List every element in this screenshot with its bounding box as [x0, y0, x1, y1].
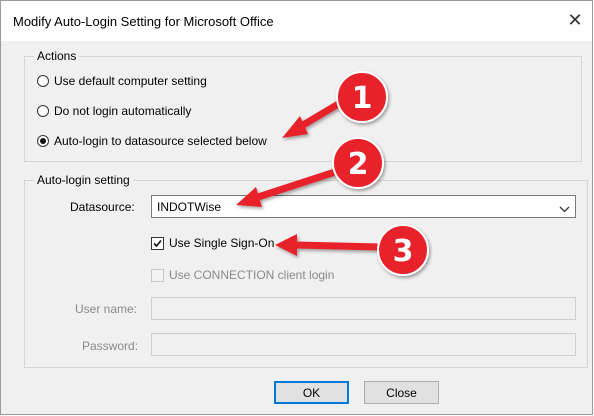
password-label: Password:: [82, 339, 139, 353]
sso-checkbox-row[interactable]: Use Single Sign-On: [151, 235, 274, 251]
radio-label: Do not login automatically: [54, 104, 192, 118]
title-bar: Modify Auto-Login Setting for Microsoft …: [1, 1, 592, 41]
connection-label: Use CONNECTION client login: [169, 268, 335, 282]
ok-button[interactable]: OK: [274, 381, 349, 404]
username-field[interactable]: [151, 297, 576, 320]
close-button[interactable]: Close: [364, 381, 439, 404]
radio-button[interactable]: [37, 75, 49, 87]
datasource-value: INDOTWise: [157, 200, 221, 214]
close-icon[interactable]: ✕: [562, 7, 588, 33]
radio-label: Use default computer setting: [54, 74, 207, 88]
radio-use-default[interactable]: Use default computer setting: [37, 73, 207, 89]
auto-login-group-label: Auto-login setting: [34, 173, 133, 187]
sso-label: Use Single Sign-On: [169, 236, 275, 250]
radio-label: Auto-login to datasource selected below: [54, 134, 267, 148]
actions-group-label: Actions: [34, 49, 80, 63]
chevron-down-icon[interactable]: [559, 202, 570, 216]
connection-checkbox-row[interactable]: Use CONNECTION client login: [151, 267, 334, 283]
radio-auto-login[interactable]: Auto-login to datasource selected below: [37, 133, 267, 149]
dialog-title: Modify Auto-Login Setting for Microsoft …: [13, 14, 274, 29]
username-label: User name:: [75, 302, 138, 316]
ok-button-label: OK: [302, 385, 321, 400]
password-field[interactable]: [151, 333, 576, 356]
checkmark-icon: [153, 239, 162, 247]
radio-button-selected[interactable]: [37, 135, 49, 147]
datasource-dropdown[interactable]: INDOTWise: [151, 195, 576, 218]
connection-checkbox[interactable]: [151, 268, 164, 282]
radio-button[interactable]: [37, 105, 49, 117]
radio-do-not-login[interactable]: Do not login automatically: [37, 103, 191, 119]
close-button-label: Close: [386, 385, 417, 400]
sso-checkbox[interactable]: [151, 236, 164, 250]
datasource-label: Datasource:: [70, 200, 135, 214]
